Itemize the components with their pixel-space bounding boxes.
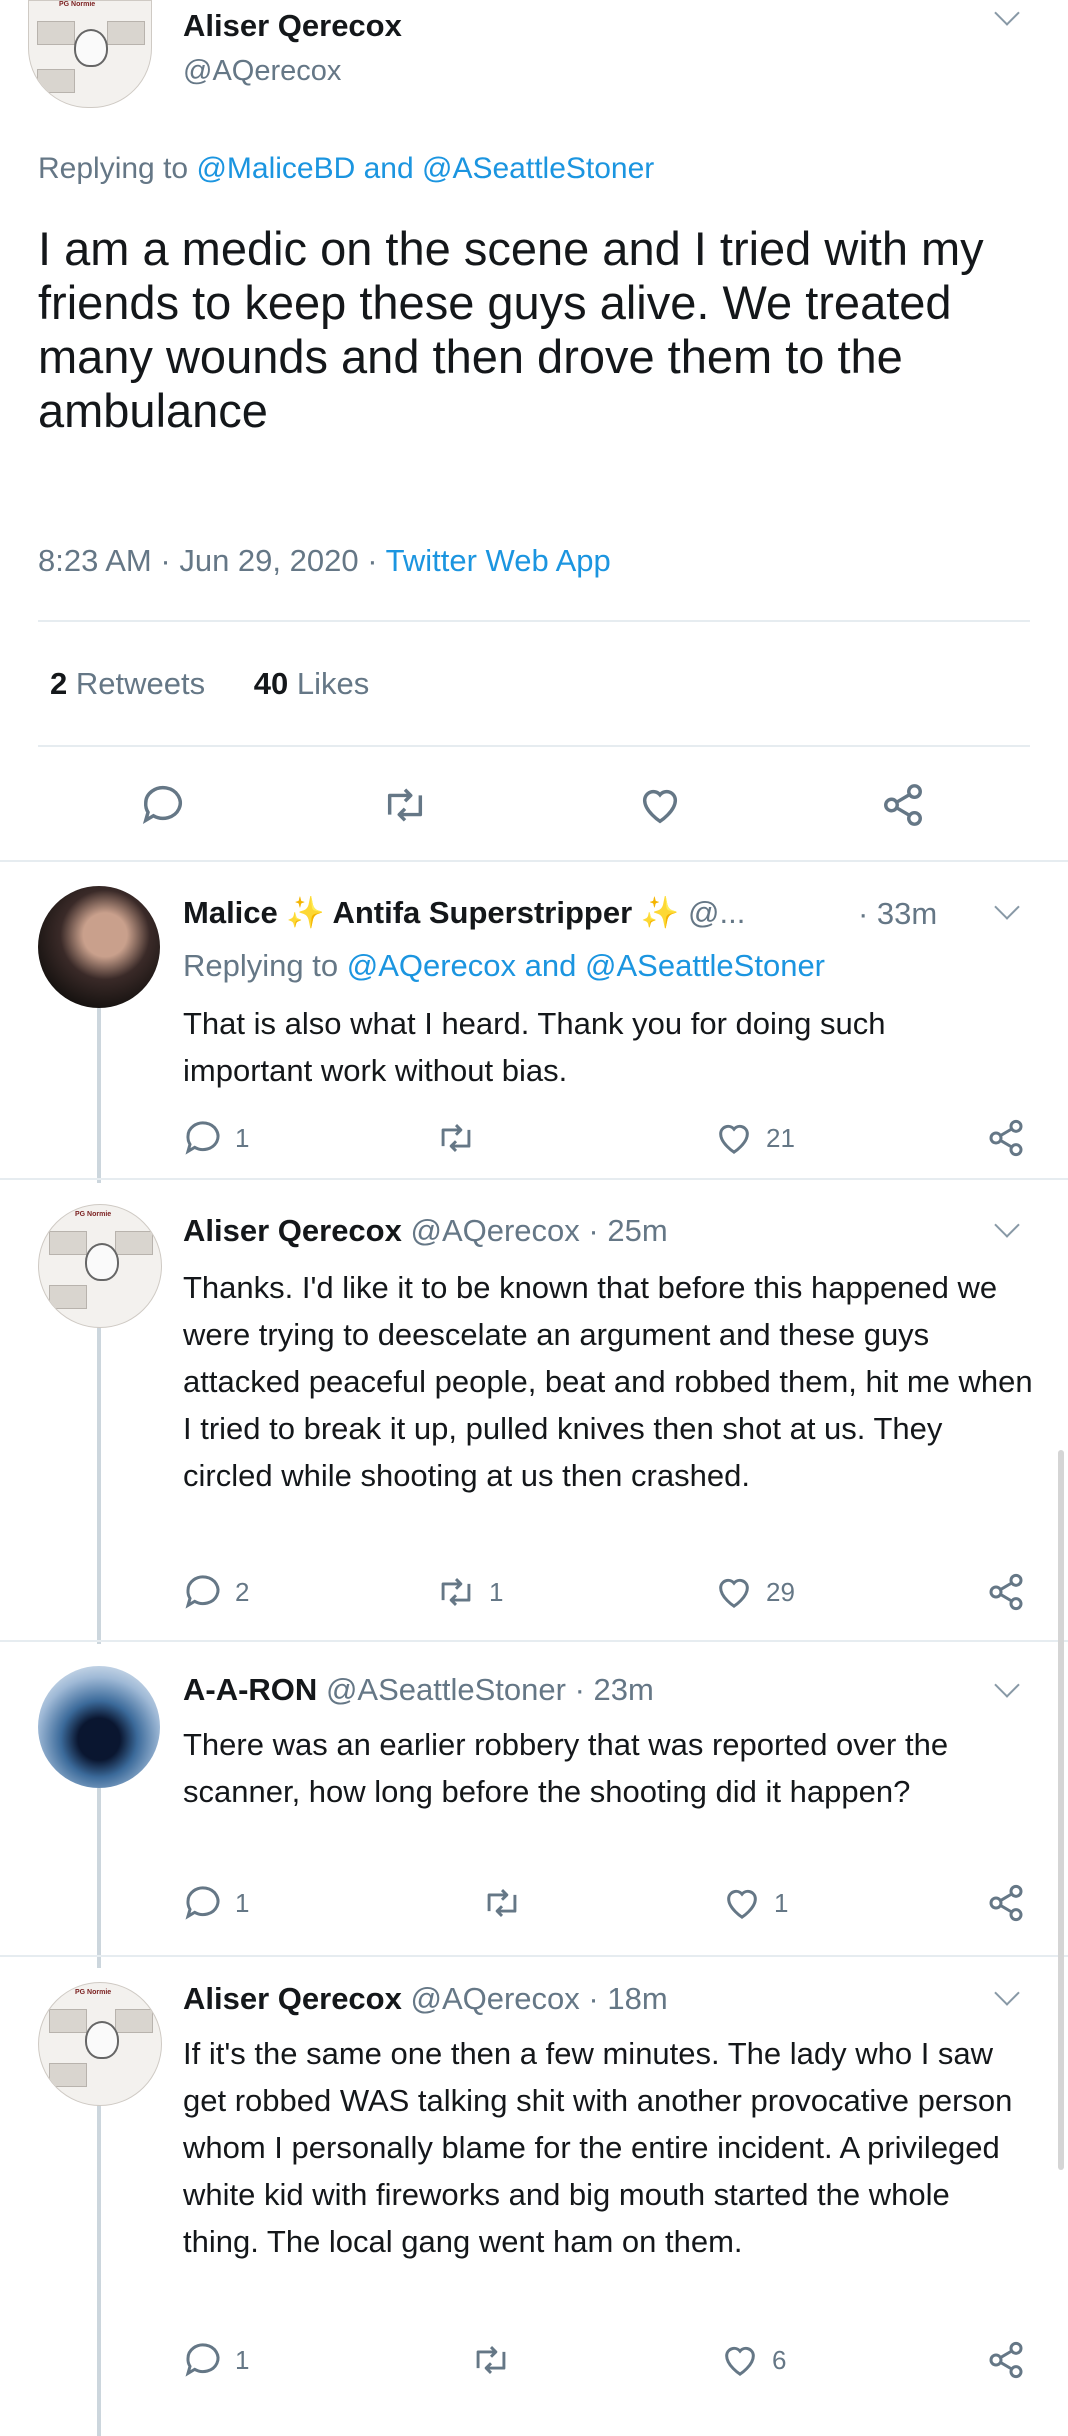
reply-icon	[185, 2343, 220, 2377]
reply-icon	[185, 1886, 220, 1920]
avatar[interactable]: PG Normie	[38, 1982, 162, 2106]
avatar[interactable]: PG Normie	[28, 0, 152, 108]
reply-button[interactable]	[140, 782, 186, 828]
share-button[interactable]	[986, 2340, 1026, 2380]
likes-stat[interactable]: 40 Likes	[254, 666, 369, 701]
reply-count: 1	[235, 2344, 250, 2375]
reply-time[interactable]: · 23m	[575, 1672, 654, 1707]
retweet-button[interactable]	[470, 2340, 512, 2380]
reply-button[interactable]: 1	[183, 1883, 249, 1923]
reply-time[interactable]: · 18m	[588, 1981, 667, 2016]
reply-header: Aliser Qerecox @AQerecox · 18m	[183, 1981, 668, 2017]
like-count: 1	[774, 1887, 789, 1918]
mention-link[interactable]: @MaliceBD	[196, 152, 355, 185]
share-button[interactable]	[986, 1118, 1026, 1158]
reply-time[interactable]: · 25m	[588, 1213, 667, 1248]
author-name[interactable]: Malice ✨ Antifa Superstripper ✨	[183, 895, 679, 930]
share-button[interactable]	[880, 782, 926, 828]
chevron-down-icon[interactable]	[994, 1212, 1020, 1238]
author-handle[interactable]: @ASeattleStoner	[326, 1672, 566, 1707]
author-handle[interactable]: @AQerecox	[410, 1213, 579, 1248]
reply-icon	[142, 785, 182, 825]
like-button[interactable]: 6	[720, 2340, 786, 2380]
retweet-icon	[441, 1578, 471, 1606]
avatar[interactable]: PG Normie	[38, 1204, 162, 1328]
reply-button[interactable]: 1	[183, 1118, 249, 1158]
author-name[interactable]: Aliser Qerecox	[183, 8, 402, 44]
reply-header: Malice ✨ Antifa Superstripper ✨ @...	[183, 894, 745, 931]
like-button[interactable]: 29	[714, 1572, 795, 1612]
retweet-icon	[441, 1124, 471, 1152]
retweet-button[interactable]	[481, 1883, 523, 1923]
author-handle[interactable]: @AQerecox	[183, 55, 341, 88]
retweet-icon	[387, 788, 423, 822]
like-button[interactable]: 1	[722, 1883, 788, 1923]
engagement-stats: 2 Retweets 40 Likes	[50, 666, 369, 702]
tweet-time: 8:23 AM	[38, 543, 152, 578]
reply-header: Aliser Qerecox @AQerecox · 25m	[183, 1213, 668, 1249]
heart-icon	[642, 789, 678, 824]
reply-button[interactable]: 2	[183, 1572, 249, 1612]
chevron-down-icon[interactable]	[994, 894, 1020, 920]
chevron-down-icon[interactable]	[994, 1980, 1020, 2006]
chevron-down-icon[interactable]	[994, 0, 1020, 26]
like-button[interactable]	[636, 782, 684, 828]
mention-link[interactable]: @ASeattleStoner	[585, 948, 825, 983]
tweet-source[interactable]: Twitter Web App	[386, 543, 611, 578]
retweets-stat[interactable]: 2 Retweets	[50, 666, 205, 701]
scrollbar[interactable]	[1058, 1450, 1064, 2170]
share-button[interactable]	[986, 1883, 1026, 1923]
reply-time[interactable]: · 33m	[858, 896, 937, 932]
avatar[interactable]	[38, 886, 160, 1008]
retweet-count: 1	[489, 1576, 504, 1607]
retweet-button[interactable]	[380, 782, 430, 828]
reply-text: If it's the same one then a few minutes.…	[183, 2036, 1013, 2259]
chevron-down-icon[interactable]	[994, 1672, 1020, 1698]
share-icon	[884, 784, 922, 826]
share-icon	[989, 1884, 1023, 1922]
share-icon	[989, 1119, 1023, 1157]
reply-button[interactable]: 1	[183, 2340, 249, 2380]
retweet-icon	[476, 2346, 506, 2374]
author-name[interactable]: Aliser Qerecox	[183, 1981, 402, 2016]
share-icon	[989, 1573, 1023, 1611]
avatar-tag: PG Normie	[59, 1, 96, 8]
replying-to: Replying to @MaliceBD and @ASeattleStone…	[38, 152, 655, 185]
reply-header: A-A-RON @ASeattleStoner · 23m	[183, 1672, 654, 1708]
heart-icon	[719, 1124, 749, 1154]
avatar[interactable]	[38, 1666, 160, 1788]
tweet-date: Jun 29, 2020	[179, 543, 359, 578]
reply-text: Thanks. I'd like it to be known that bef…	[183, 1270, 1033, 1493]
like-count: 29	[766, 1576, 795, 1607]
reply-icon	[185, 1121, 220, 1155]
reply-count: 1	[235, 1887, 250, 1918]
like-button[interactable]: 21	[714, 1118, 795, 1158]
retweet-icon	[487, 1889, 517, 1917]
avatar-tag: PG Normie	[75, 1211, 112, 1218]
like-count: 6	[772, 2344, 787, 2375]
author-handle[interactable]: @...	[688, 895, 745, 930]
mention-link[interactable]: @AQerecox	[347, 948, 516, 983]
author-name[interactable]: Aliser Qerecox	[183, 1213, 402, 1248]
share-button[interactable]	[986, 1572, 1026, 1612]
share-icon	[989, 2341, 1023, 2379]
author-name[interactable]: A-A-RON	[183, 1672, 317, 1707]
reply-text: That is also what I heard. Thank you for…	[183, 1006, 886, 1088]
reply-text: There was an earlier robbery that was re…	[183, 1727, 949, 1809]
tweet-meta: 8:23 AM · Jun 29, 2020 · Twitter Web App	[38, 543, 611, 578]
replying-to: Replying to @AQerecox and @ASeattleStone…	[183, 948, 826, 983]
heart-icon	[727, 1889, 757, 1919]
like-count: 21	[766, 1122, 795, 1153]
heart-icon	[719, 1578, 749, 1608]
reply-count: 2	[235, 1576, 250, 1607]
retweet-button[interactable]	[435, 1118, 477, 1158]
reply-icon	[185, 1575, 220, 1609]
author-handle[interactable]: @AQerecox	[410, 1981, 579, 2016]
tweet-text: I am a medic on the scene and I tried wi…	[38, 222, 984, 437]
mention-link[interactable]: @ASeattleStoner	[422, 152, 654, 185]
avatar-tag: PG Normie	[75, 1989, 112, 1996]
reply-count: 1	[235, 1122, 250, 1153]
heart-icon	[725, 2346, 755, 2376]
retweet-button[interactable]: 1	[435, 1572, 503, 1612]
